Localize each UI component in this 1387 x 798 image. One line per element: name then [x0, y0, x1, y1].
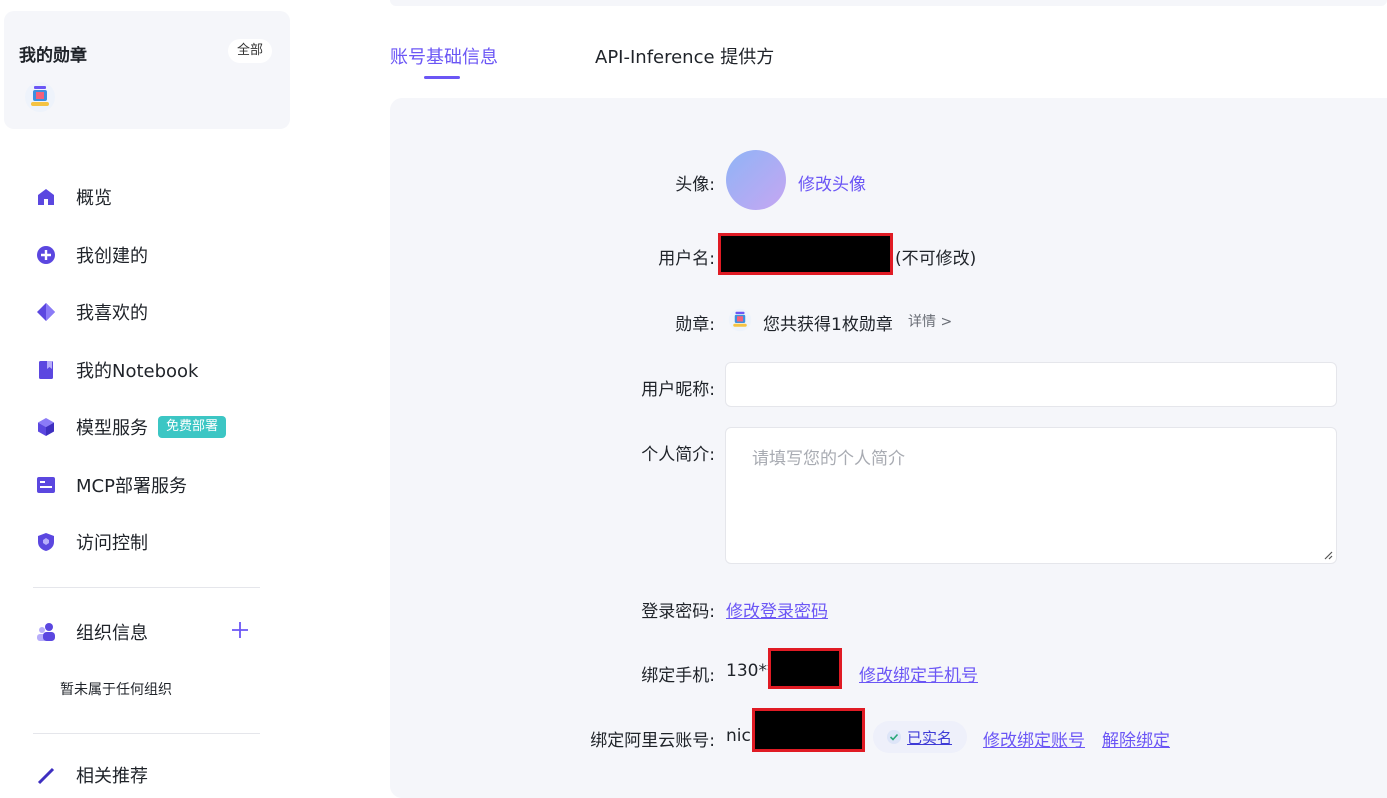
check-icon: [887, 730, 901, 744]
notebook-icon: [39, 361, 53, 379]
medal-icon[interactable]: [24, 81, 56, 113]
badge-card-title: 我的勋章: [19, 46, 87, 66]
username-label: 用户名:: [658, 249, 715, 269]
sidebar-item-recommend[interactable]: 相关推荐: [36, 760, 148, 790]
username-note: (不可修改): [895, 249, 977, 269]
bio-label: 个人简介:: [641, 445, 715, 465]
bio-textarea[interactable]: 请填写您的个人简介: [725, 427, 1337, 564]
sidebar-item-label: 我喜欢的: [76, 303, 148, 324]
recommend-icon: [37, 767, 55, 785]
diamond-icon: [37, 303, 55, 321]
tab-api-inference[interactable]: API-Inference 提供方: [595, 43, 774, 69]
sidebar-item-label: 我创建的: [76, 246, 148, 267]
server-icon: [37, 477, 55, 493]
avatar: [726, 150, 786, 210]
sidebar-item-label: 概览: [76, 188, 112, 209]
sidebar-item-org[interactable]: 组织信息: [36, 617, 148, 647]
sidebar-item-created[interactable]: 我创建的: [36, 240, 148, 270]
active-tab-indicator: [424, 76, 460, 79]
sidebar-item-overview[interactable]: 概览: [36, 182, 112, 212]
verified-badge[interactable]: 已实名: [873, 721, 967, 753]
sidebar-item-label: 我的Notebook: [76, 361, 199, 382]
sidebar-item-label: 模型服务: [76, 418, 148, 439]
sidebar-item-label: 组织信息: [76, 623, 148, 644]
redacted-username: [718, 233, 893, 275]
change-avatar-link[interactable]: 修改头像: [798, 170, 866, 195]
sidebar-item-label: MCP部署服务: [76, 476, 187, 497]
top-card-edge: [390, 0, 1387, 6]
redacted-phone: [768, 648, 842, 689]
aliyun-label: 绑定阿里云账号:: [590, 731, 715, 751]
password-label: 登录密码:: [641, 602, 715, 622]
sidebar-item-liked[interactable]: 我喜欢的: [36, 297, 148, 327]
sidebar-item-label: 相关推荐: [76, 766, 148, 787]
sidebar-item-mcp[interactable]: MCP部署服务: [36, 470, 187, 500]
medal-detail-link[interactable]: 详情 >: [908, 311, 952, 331]
sidebar-item-notebook[interactable]: 我的Notebook: [36, 355, 198, 385]
change-password-link[interactable]: 修改登录密码: [726, 597, 828, 622]
nickname-label: 用户昵称:: [641, 380, 715, 400]
sidebar-item-access-control[interactable]: 访问控制: [36, 527, 148, 557]
redacted-aliyun: [752, 708, 865, 752]
medal-count-text: 您共获得1枚勋章: [763, 315, 893, 335]
add-circle-icon: [37, 246, 55, 264]
sidebar-divider: [33, 587, 260, 588]
change-aliyun-link[interactable]: 修改绑定账号: [983, 726, 1085, 751]
organization-icon: [37, 623, 55, 641]
tab-account-basic[interactable]: 账号基础信息: [390, 43, 498, 69]
bio-placeholder: 请填写您的个人简介: [752, 449, 905, 469]
unbind-aliyun-link[interactable]: 解除绑定: [1102, 726, 1170, 751]
medal-label: 勋章:: [675, 315, 715, 335]
add-org-icon[interactable]: [230, 620, 250, 640]
home-icon: [38, 189, 54, 205]
resize-handle-icon[interactable]: [1323, 550, 1333, 560]
sidebar: 我的勋章 全部 概览 我创建的 我喜欢的 我的Notebook 模型服务 免费部…: [0, 0, 300, 787]
phone-label: 绑定手机:: [641, 666, 715, 686]
change-phone-link[interactable]: 修改绑定手机号: [859, 661, 978, 686]
avatar-label: 头像:: [675, 175, 715, 195]
verified-label: 已实名: [907, 728, 953, 747]
sidebar-item-model-service[interactable]: 模型服务 免费部署: [36, 412, 227, 442]
badge-card: 我的勋章 全部: [4, 11, 290, 129]
org-empty-text: 暂未属于任何组织: [60, 682, 172, 698]
sidebar-item-label: 访问控制: [76, 533, 148, 554]
medal-small-icon: [728, 308, 752, 332]
nickname-input[interactable]: [725, 362, 1337, 407]
all-badges-button[interactable]: 全部: [227, 39, 272, 63]
sidebar-divider: [33, 733, 260, 734]
cube-icon: [38, 418, 54, 436]
free-deploy-tag: 免费部署: [158, 416, 227, 438]
shield-icon: [38, 533, 54, 551]
